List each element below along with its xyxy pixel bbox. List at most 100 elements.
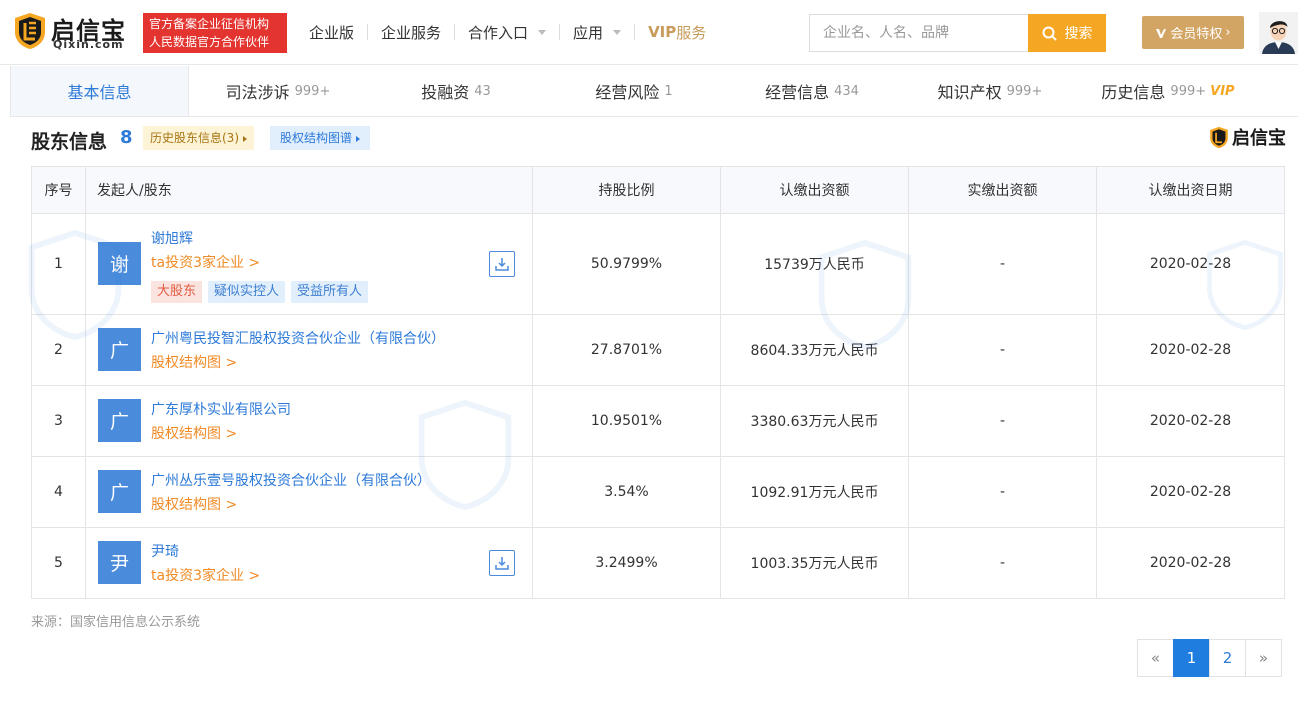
tab-financing[interactable]: 投融资 43: [367, 66, 545, 116]
shareholder-table: 序号 发起人/股东 持股比例 认缴出资额 实缴出资额 认缴出资日期 1 谢 谢旭…: [31, 166, 1285, 599]
row-no: 1: [31, 213, 86, 315]
pagination: « 1 2 »: [1137, 639, 1282, 677]
col-header-paid: 实缴出资额: [908, 166, 1097, 214]
col-header-holder: 发起人/股东: [85, 166, 533, 214]
ratio-cell: 3.54%: [532, 456, 721, 528]
paid-cell: -: [908, 385, 1097, 457]
subscribed-cell: 1003.35万元人民币: [720, 527, 909, 599]
date-cell: 2020-02-28: [1096, 527, 1285, 599]
tag-beneficial-owner[interactable]: 受益所有人: [291, 281, 369, 303]
holder-name-link[interactable]: 谢旭辉: [151, 228, 193, 248]
table-row: 3 广 广东厚朴实业有限公司 股权结构图 > 10.9501% 3380.63万…: [31, 385, 1285, 457]
paid-cell: -: [908, 456, 1097, 528]
holder-investment-link[interactable]: ta投资3家企业 >: [151, 252, 260, 272]
equity-map-button[interactable]: 股权结构图谱: [270, 126, 371, 150]
date-cell: 2020-02-28: [1096, 385, 1285, 457]
holder-avatar: 广: [98, 470, 141, 513]
caret-right-icon: [243, 135, 247, 142]
col-header-subscribed: 认缴出资额: [720, 166, 909, 214]
row-no: 3: [31, 385, 86, 457]
official-badge[interactable]: 官方备案企业征信机构 人民数据官方合作伙伴: [143, 13, 287, 53]
holder-avatar: 广: [98, 399, 141, 442]
tab-history[interactable]: 历史信息 999+ VIP: [1079, 66, 1257, 116]
table-row: 5 尹 尹琦 ta投资3家企业 > 3.2499% 1003.35万元人民币 -…: [31, 527, 1285, 599]
holder-avatar: 谢: [98, 242, 141, 285]
download-button[interactable]: [489, 251, 515, 277]
holder-investment-link[interactable]: ta投资3家企业 >: [151, 565, 260, 585]
data-source-note: 来源：国家信用信息公示系统: [31, 615, 201, 630]
paid-cell: -: [908, 213, 1097, 315]
chevron-down-icon: [538, 29, 547, 35]
equity-structure-link[interactable]: 股权结构图 >: [151, 352, 237, 372]
subscribed-cell: 15739万人民币: [720, 213, 909, 315]
holder-name-link[interactable]: 广东厚朴实业有限公司: [151, 399, 291, 419]
search-button[interactable]: 搜索: [1028, 14, 1106, 52]
ratio-cell: 27.8701%: [532, 314, 721, 386]
user-avatar[interactable]: [1259, 12, 1298, 54]
nav-enterprise-edition[interactable]: 企业版: [296, 22, 367, 43]
prev-page-button[interactable]: «: [1137, 639, 1174, 677]
download-icon: [495, 258, 509, 271]
caret-right-icon: [356, 135, 361, 142]
holder-cell: 尹 尹琦 ta投资3家企业 >: [85, 527, 533, 599]
ratio-cell: 50.9799%: [532, 213, 721, 315]
holder-name-link[interactable]: 广州丛乐壹号股权投资合伙企业（有限合伙）: [151, 470, 431, 490]
subscribed-cell: 3380.63万元人民币: [720, 385, 909, 457]
date-cell: 2020-02-28: [1096, 314, 1285, 386]
holder-name-link[interactable]: 广州粤民投智汇股权投资合伙企业（有限合伙）: [151, 328, 445, 348]
top-nav: 企业版 企业服务 合作入口 应用 VIP 服务: [296, 20, 719, 44]
badge-line2: 人民数据官方合作伙伴: [149, 35, 270, 49]
brand-mark: 启信宝: [1209, 125, 1286, 149]
download-icon: [495, 557, 509, 570]
table-row: 2 广 广州粤民投智汇股权投资合伙企业（有限合伙） 股权结构图 > 27.870…: [31, 314, 1285, 386]
history-shareholders-button[interactable]: 历史股东信息(3): [143, 126, 254, 150]
date-cell: 2020-02-28: [1096, 456, 1285, 528]
paid-cell: -: [908, 314, 1097, 386]
nav-vip-service[interactable]: VIP 服务: [635, 22, 719, 43]
qixin-logo[interactable]: 启信宝 Qixin.com: [13, 11, 131, 53]
holder-cell: 广 广东厚朴实业有限公司 股权结构图 >: [85, 385, 533, 457]
holder-avatar: 尹: [98, 541, 141, 584]
chevron-down-icon: [613, 29, 622, 35]
tab-judicial[interactable]: 司法涉诉 999+: [189, 66, 367, 116]
shareholder-count: 8: [120, 127, 133, 148]
next-page-button[interactable]: »: [1245, 639, 1282, 677]
subscribed-cell: 1092.91万元人民币: [720, 456, 909, 528]
paid-cell: -: [908, 527, 1097, 599]
tab-business-risk[interactable]: 经营风险 1: [545, 66, 723, 116]
tab-business-info[interactable]: 经营信息 434: [723, 66, 901, 116]
tab-ip[interactable]: 知识产权 999+: [901, 66, 1079, 116]
ratio-cell: 10.9501%: [532, 385, 721, 457]
tab-basic-info[interactable]: 基本信息: [11, 66, 189, 116]
row-no: 5: [31, 527, 86, 599]
ratio-cell: 3.2499%: [532, 527, 721, 599]
equity-structure-link[interactable]: 股权结构图 >: [151, 494, 237, 514]
company-tabs: 基本信息 司法涉诉 999+ 投融资 43 经营风险 1 经营信息 434 知识产权 99…: [10, 66, 1298, 117]
nav-cooperation[interactable]: 合作入口: [455, 22, 559, 43]
chevron-right-icon: ›: [1225, 25, 1231, 40]
search-input[interactable]: 企业名、人名、品牌: [809, 14, 1028, 52]
col-header-no: 序号: [31, 166, 86, 214]
tag-suspected-controller[interactable]: 疑似实控人: [208, 281, 286, 303]
tag-major-shareholder: 大股东: [151, 281, 203, 303]
download-button[interactable]: [489, 550, 515, 576]
holder-tags: 大股东 疑似实控人 受益所有人: [151, 281, 369, 303]
row-no: 2: [31, 314, 86, 386]
nav-enterprise-service[interactable]: 企业服务: [368, 22, 454, 43]
top-header: 启信宝 Qixin.com 官方备案企业征信机构 人民数据官方合作伙伴 企业版 …: [0, 0, 1298, 65]
holder-cell: 广 广州丛乐壹号股权投资合伙企业（有限合伙） 股权结构图 >: [85, 456, 533, 528]
equity-structure-link[interactable]: 股权结构图 >: [151, 423, 237, 443]
row-no: 4: [31, 456, 86, 528]
nav-apps[interactable]: 应用: [560, 22, 634, 43]
subscribed-cell: 8604.33万元人民币: [720, 314, 909, 386]
section-title: 股东信息: [31, 131, 108, 153]
page-button-2[interactable]: 2: [1209, 639, 1246, 677]
page-button-1[interactable]: 1: [1173, 639, 1210, 677]
brand-name: 启信宝: [1232, 128, 1286, 149]
badge-line1: 官方备案企业征信机构: [149, 17, 270, 31]
holder-cell: 广 广州粤民投智汇股权投资合伙企业（有限合伙） 股权结构图 >: [85, 314, 533, 386]
shield-logo-icon: [1210, 126, 1228, 148]
vip-v-icon: [1156, 28, 1167, 38]
holder-name-link[interactable]: 尹琦: [151, 541, 179, 561]
member-privilege-button[interactable]: 会员特权 ›: [1142, 16, 1244, 49]
